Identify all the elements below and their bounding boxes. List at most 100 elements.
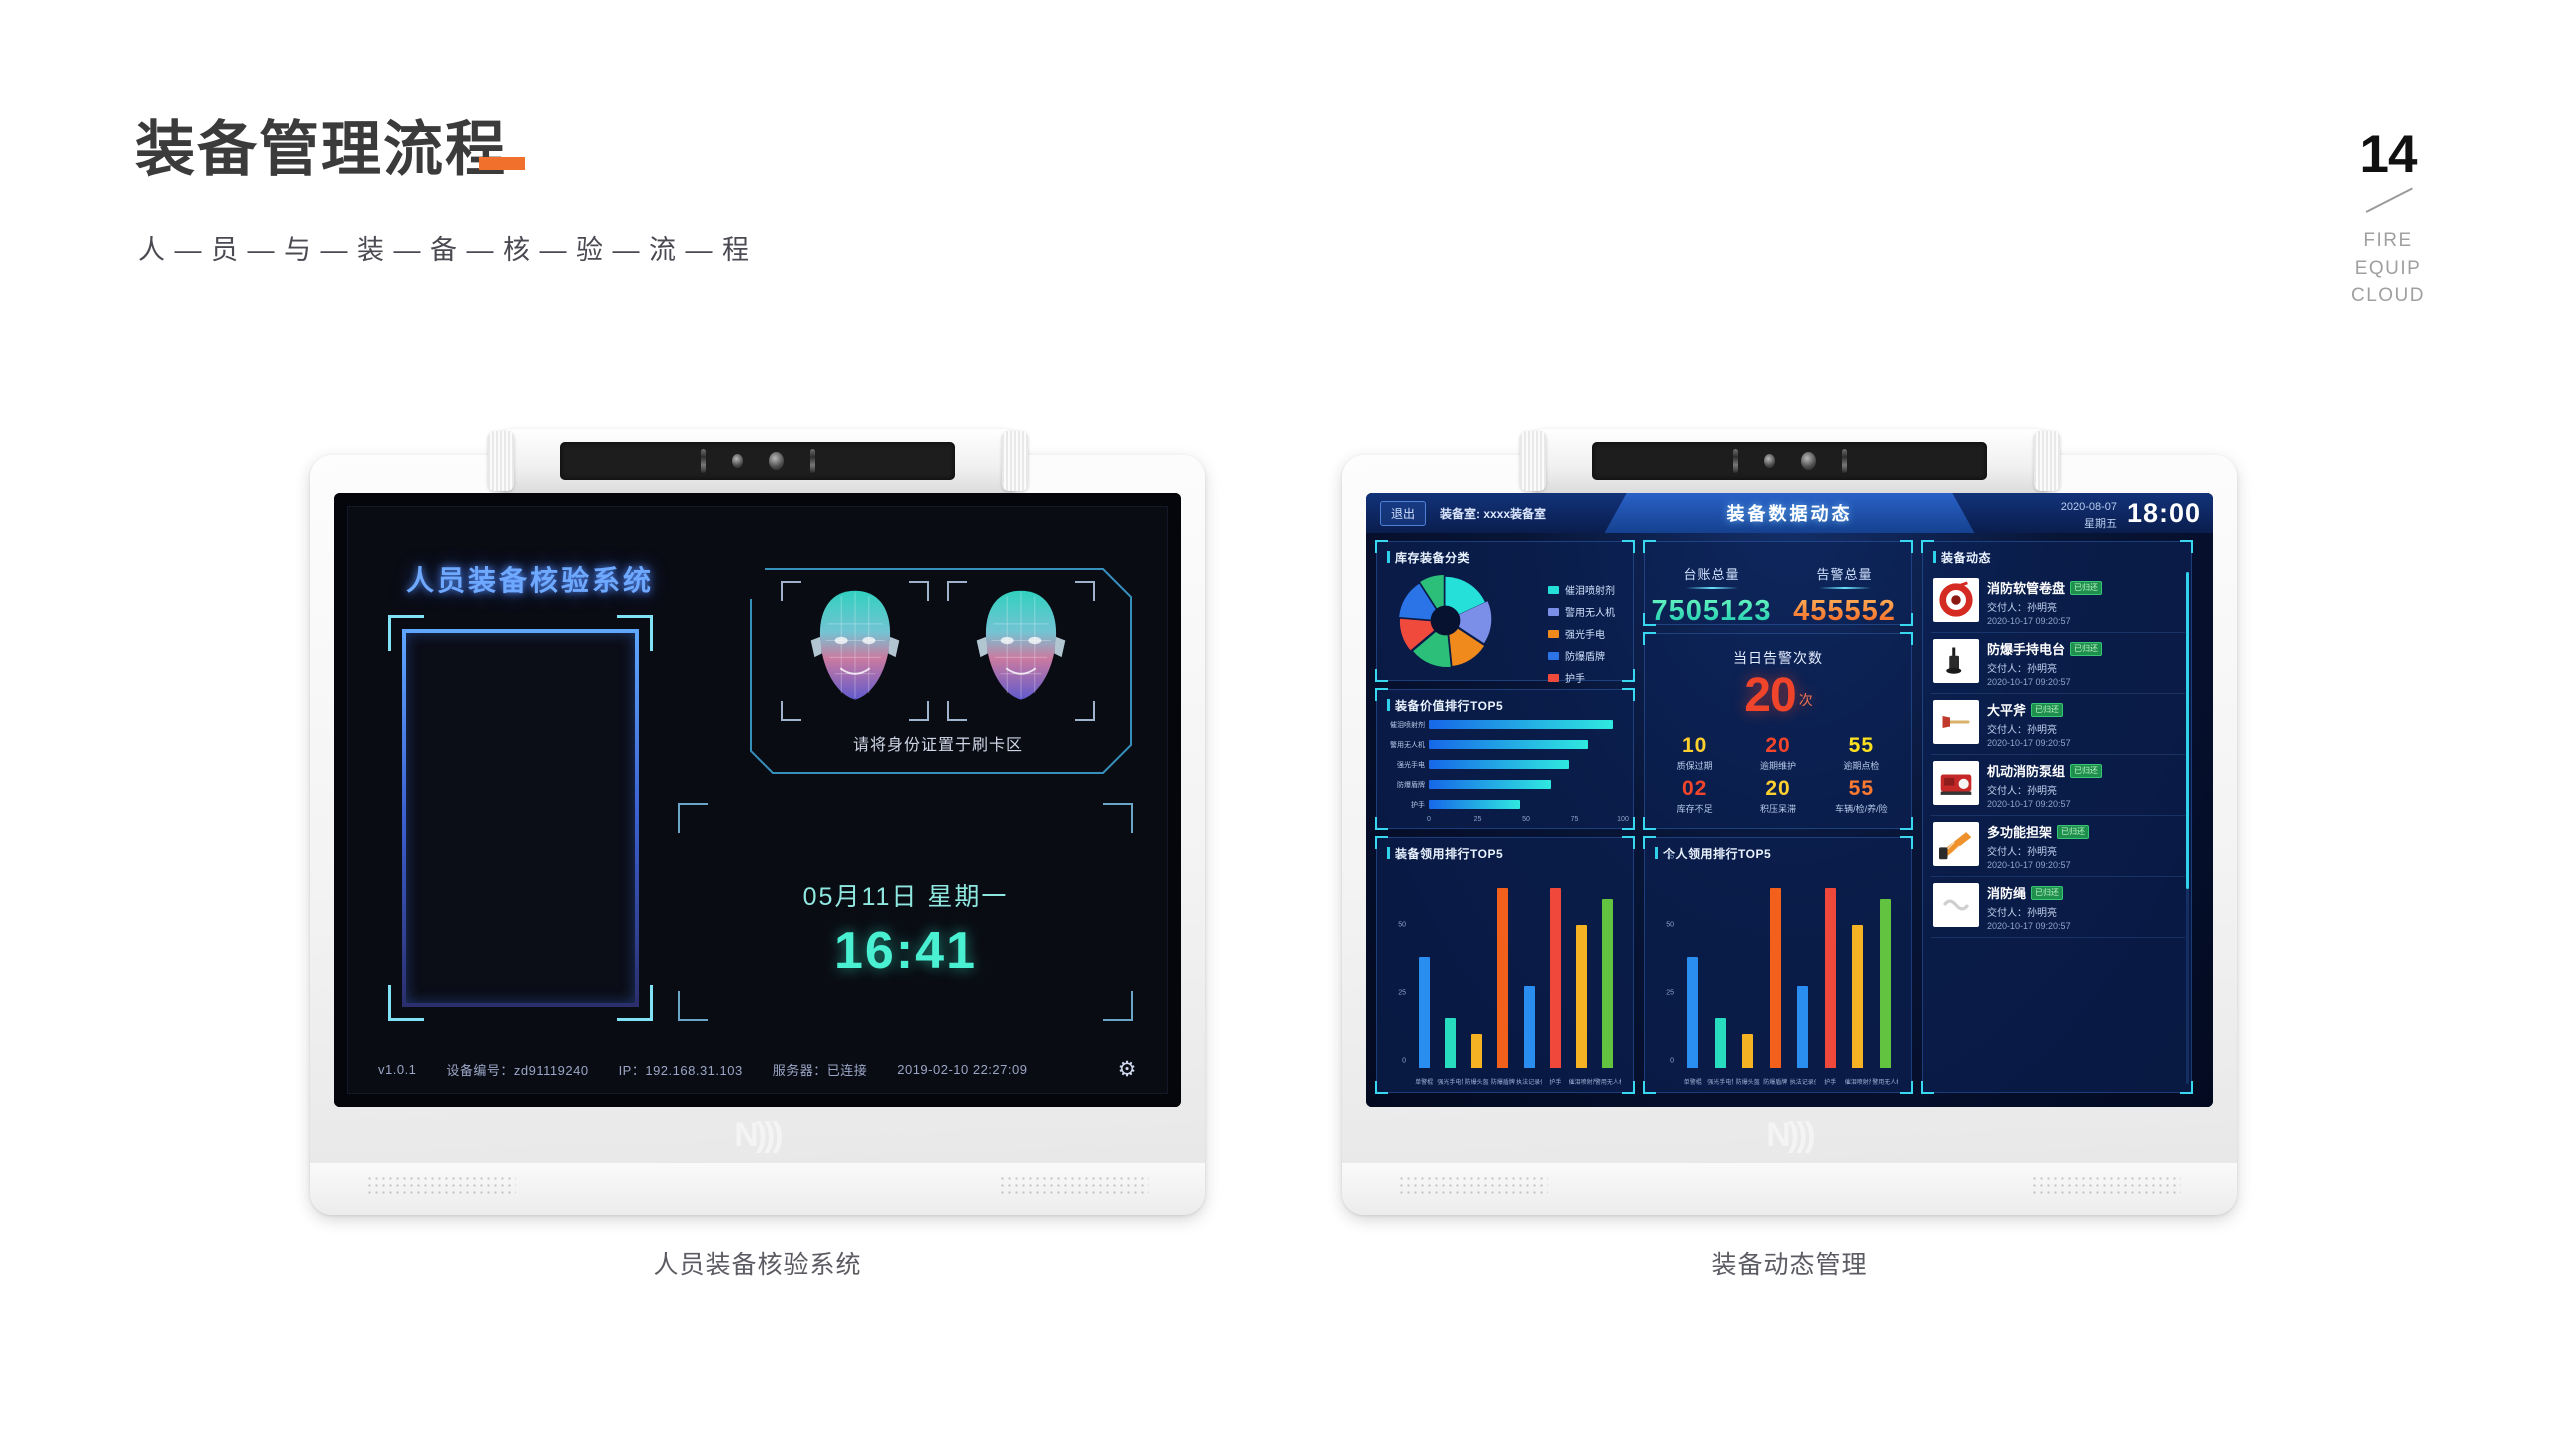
x-axis-labels: 单警棍强光手电筒防爆头盔防爆盾牌执法记录仪护手催泪喷射剂警用无人机 <box>1679 1077 1899 1086</box>
x-axis-label: 单警棍 <box>1683 1080 1702 1086</box>
axis-tick: 25 <box>1398 989 1406 997</box>
panel-title-equipment: 装备动态 <box>1933 549 1991 566</box>
alarm-cell-value: 55 <box>1848 777 1874 800</box>
list-item[interactable]: 大平斧 已归还 交付人：孙明亮 2020-10-17 09:20:57 <box>1931 694 2185 755</box>
axis-tick: 75 <box>1398 853 1406 861</box>
face-capture-panel: 请将身份证置于刷卡区 <box>743 559 1133 779</box>
status-badge: 已归还 <box>2070 641 2103 656</box>
alarm-cell: 55 逾期点检 <box>1820 734 1903 777</box>
scrollbar-thumb[interactable] <box>2186 572 2189 890</box>
device-chin <box>1342 1163 2237 1215</box>
equipment-person: 交付人：孙明亮 <box>1987 908 2057 919</box>
bar-row: 催泪喷射剂 <box>1383 716 1623 733</box>
x-axis-label: 防爆头盔 <box>1464 1080 1489 1086</box>
legend-swatch <box>1548 585 1559 594</box>
list-item[interactable]: 多功能担架 已归还 交付人：孙明亮 2020-10-17 09:20:57 <box>1931 816 2185 877</box>
alarm-cell-label: 质保过期 <box>1676 761 1713 771</box>
alarm-cell-value: 02 <box>1681 777 1708 800</box>
id-scan-area[interactable] <box>388 615 653 1021</box>
dashboard-screen: 装备数据动态 退出 装备室: xxxx装备室 2020-08-07 星期五 18… <box>1366 493 2213 1107</box>
alarm-count: 20 次 <box>1645 668 1911 723</box>
axis-tick: 75 <box>1570 816 1579 823</box>
axis-tick: 0 <box>1670 1057 1674 1065</box>
alarm-cell-value: 55 <box>1848 734 1874 757</box>
alarm-cell-label: 库存不足 <box>1676 804 1713 814</box>
panel-inventory-category: 库存装备分类 催泪喷射剂 警用无人机 强光手电 防爆盾牌 护手 <box>1375 540 1635 685</box>
face-bracket-tr <box>1075 581 1095 601</box>
brand-line-3: CLOUD <box>2350 285 2425 307</box>
title-accent-bar <box>479 157 525 170</box>
axis-tick: 25 <box>1666 989 1674 997</box>
camera-lens-large <box>768 452 784 470</box>
dashboard-ui: 装备数据动态 退出 装备室: xxxx装备室 2020-08-07 星期五 18… <box>1366 493 2213 1107</box>
equipment-person: 交付人：孙明亮 <box>1987 664 2057 675</box>
bar <box>1523 986 1535 1068</box>
equipment-list-scrollbar[interactable] <box>2186 572 2189 1084</box>
bar <box>1549 888 1561 1068</box>
equipment-person: 交付人：孙明亮 <box>1987 725 2057 736</box>
panel-title-inventory: 库存装备分类 <box>1387 549 1470 566</box>
ir-sensor-strip-left <box>700 449 706 473</box>
list-item[interactable]: 防爆手持电台 已归还 交付人：孙明亮 2020-10-17 09:20:57 <box>1931 633 2185 694</box>
list-item[interactable]: 消防软管卷盘 已归还 交付人：孙明亮 2020-10-17 09:20:57 <box>1931 572 2185 633</box>
bar <box>1418 957 1430 1068</box>
alarm-cell-label: 逾期点检 <box>1843 761 1880 771</box>
speaker-grille-right <box>999 1175 1149 1197</box>
x-axis-label: 护手 <box>1824 1080 1837 1086</box>
bar <box>1497 888 1509 1068</box>
kpi-label: 台账总量 <box>1683 567 1740 582</box>
alarm-cell: 10 质保过期 <box>1653 734 1736 777</box>
alarm-stats-grid: 10 质保过期 20 逾期维护 55 逾期点检 02 库存不足 20 积压呆滞 55 车辆/… <box>1653 734 1903 820</box>
x-axis-label: 强光手电筒 <box>1437 1080 1463 1086</box>
scan-preview-box <box>402 629 639 1007</box>
alarm-cell-label: 车辆/检/养/险 <box>1835 804 1888 814</box>
legend-swatch <box>1548 673 1559 682</box>
bar-axis: 0 25 50 75 100 <box>1427 816 1629 828</box>
gear-icon[interactable]: ⚙ <box>1118 1057 1137 1082</box>
device-chassis: 装备数据动态 退出 装备室: xxxx装备室 2020-08-07 星期五 18… <box>1342 429 2237 1215</box>
speaker-grille-left <box>1398 1175 1548 1197</box>
face-bracket-br <box>1075 701 1095 721</box>
list-item[interactable]: 机动消防泵组 已归还 交付人：孙明亮 2020-10-17 09:20:57 <box>1931 755 2185 816</box>
speaker-grille-left <box>366 1175 516 1197</box>
pump-icon <box>1933 761 1979 805</box>
bar <box>1879 899 1891 1068</box>
status-version: v1.0.1 <box>378 1061 417 1077</box>
face-mesh-icon <box>976 590 1066 700</box>
clock-bracket-tl <box>678 803 708 833</box>
verification-ui: 人员装备核验系统 请将身份证置于刷卡区 05月11日 星期一 16:41 v1.… <box>347 506 1168 1094</box>
alarm-cell-label: 逾期维护 <box>1759 761 1796 771</box>
equipment-list[interactable]: 消防软管卷盘 已归还 交付人：孙明亮 2020-10-17 09:20:57 防… <box>1931 572 2185 1086</box>
y-axis: 0 25 50 75 <box>1653 854 1677 1068</box>
device-caption-right: 装备动态管理 <box>1711 1251 1868 1279</box>
page-number: 14 <box>2359 125 2418 184</box>
logout-button[interactable]: 退出 <box>1380 501 1427 526</box>
panel-equipment-dynamics: 装备动态 消防软管卷盘 已归还 交付人：孙明亮 2020-10-17 09:20:… <box>1921 540 2193 1094</box>
face-slot-1 <box>781 581 929 721</box>
page-title: 装备管理流程 <box>135 120 525 180</box>
pie-chart <box>1399 575 1492 668</box>
bar <box>1824 888 1836 1068</box>
clock-bracket-bl <box>678 991 708 1021</box>
bar <box>1471 1033 1483 1068</box>
x-axis-labels: 单警棍强光手电筒防爆头盔防爆盾牌执法记录仪护手催泪喷射剂警用无人机 <box>1411 1077 1621 1086</box>
list-item[interactable]: 消防绳 已归还 交付人：孙明亮 2020-10-17 09:20:57 <box>1931 877 2185 938</box>
clock-panel: 05月11日 星期一 16:41 <box>678 803 1133 1021</box>
x-axis-label: 催泪喷射剂 <box>1568 1080 1595 1086</box>
slide-page: 装备管理流程 人 — 员 — 与 — 装 — 备 — 核 — 验 — 流 — 程… <box>0 0 2560 1440</box>
speaker-grille-right <box>2031 1175 2181 1197</box>
bar-row: 强光手电 <box>1383 756 1623 773</box>
face-mesh-icon <box>810 590 900 700</box>
kpi-label: 告警总量 <box>1816 567 1873 582</box>
equipment-name: 大平斧 <box>1987 703 2027 718</box>
legend-label: 护手 <box>1565 674 1585 685</box>
verification-title: 人员装备核验系统 <box>406 565 655 596</box>
hinge-knob-right <box>1001 431 1028 491</box>
equipment-time: 2020-10-17 09:20:57 <box>1987 860 2071 870</box>
kpi-row: 台账总量 7505123 告警总量 455552 <box>1645 564 1911 628</box>
panel-issue-rank: 装备领用排行TOP5 0255075 单警棍强光手电筒防爆头盔防爆盾牌执法记录仪… <box>1375 836 1635 1094</box>
alarm-cell: 02 库存不足 <box>1653 777 1736 820</box>
kpi-value: 7505123 <box>1645 595 1778 628</box>
ir-sensor-strip-left <box>1732 449 1738 473</box>
bar <box>1576 925 1588 1068</box>
